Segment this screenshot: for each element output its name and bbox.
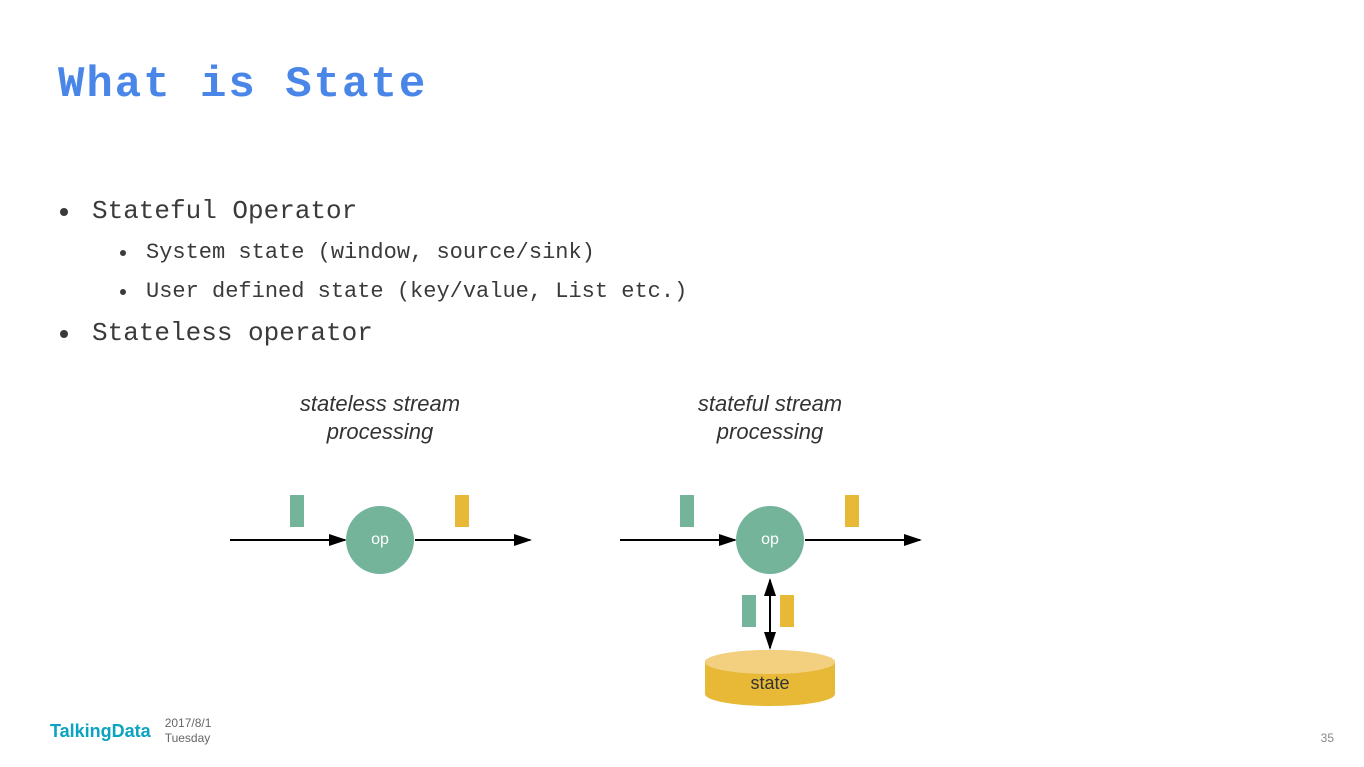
data-box-green-icon [290,495,304,527]
data-box-green-icon [742,595,756,627]
bullet-list: Stateful Operator System state (window, … [60,196,687,362]
slide-title: What is State [58,60,427,110]
logo: TalkingData [50,721,151,742]
footer-day: Tuesday [165,731,212,747]
bullet-text: Stateless operator [92,318,373,348]
data-box-yellow-icon [455,495,469,527]
bullet-dot-icon [120,289,126,295]
state-label: state [750,673,789,693]
op-label: op [371,531,389,548]
sub-bullet-item-2: User defined state (key/value, List etc.… [120,279,687,304]
page-number: 35 [1321,731,1334,745]
data-box-yellow-icon [845,495,859,527]
data-box-green-icon [680,495,694,527]
bullet-dot-icon [120,250,126,256]
footer-meta: 2017/8/1 Tuesday [165,716,212,747]
sub-bullet-item-1: System state (window, source/sink) [120,240,687,265]
bullet-dot-icon [60,330,68,338]
footer: TalkingData 2017/8/1 Tuesday [50,716,211,747]
bullet-item-2: Stateless operator [60,318,687,348]
data-box-yellow-icon [780,595,794,627]
stateless-group: op [230,495,530,574]
bullet-text: Stateful Operator [92,196,357,226]
diagram-svg: op op [230,390,950,710]
bullet-item-1: Stateful Operator [60,196,687,226]
footer-date: 2017/8/1 [165,716,212,732]
stateful-group: op state [620,495,920,706]
op-label: op [761,531,779,548]
bullet-text: User defined state (key/value, List etc.… [146,279,687,304]
bullet-dot-icon [60,208,68,216]
diagram: stateless stream processing stateful str… [230,390,950,710]
slide: What is State Stateful Operator System s… [0,0,1364,767]
bullet-text: System state (window, source/sink) [146,240,595,265]
